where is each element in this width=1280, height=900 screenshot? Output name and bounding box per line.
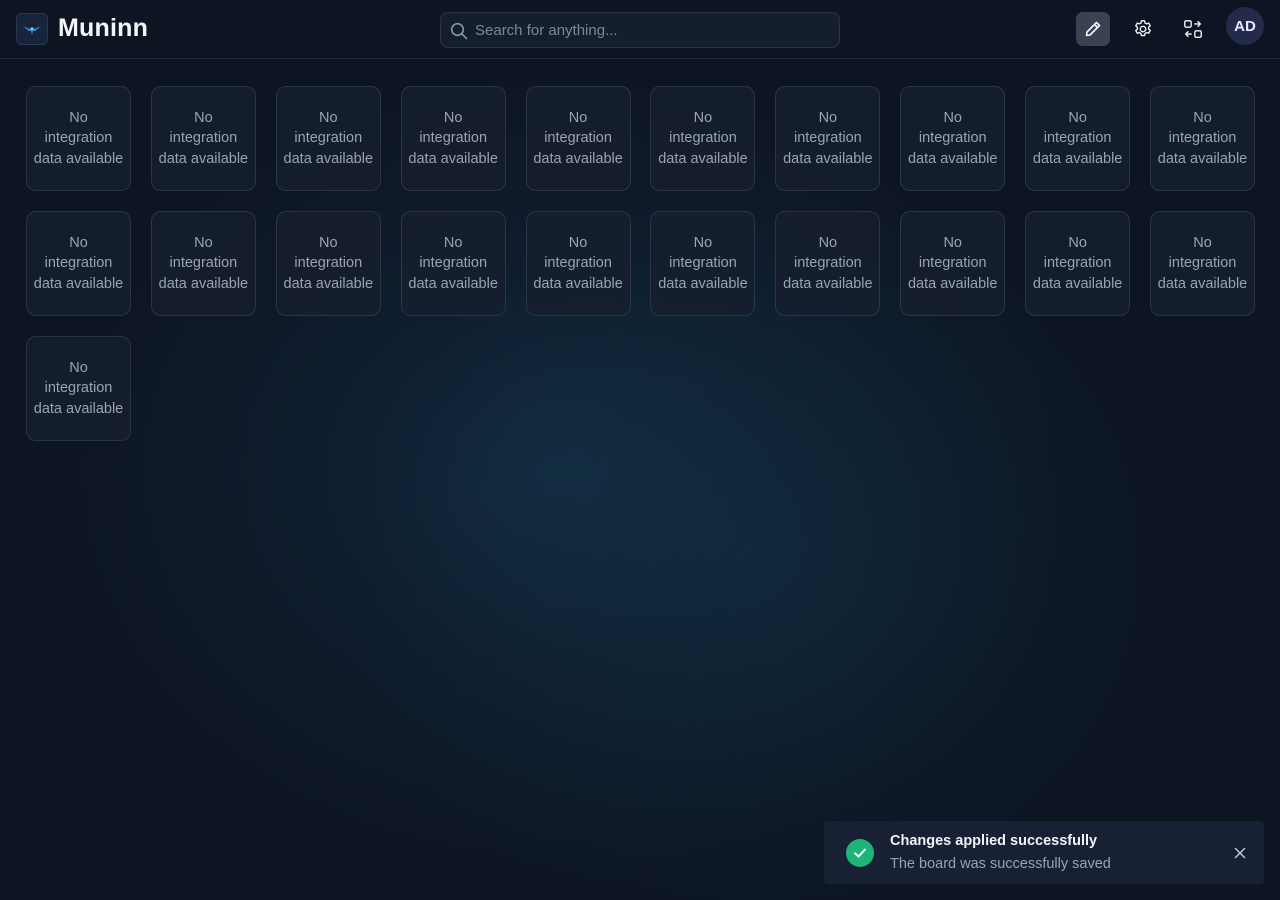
search-icon: [450, 22, 468, 40]
board-tile[interactable]: No integration data available: [400, 211, 506, 316]
tile-empty-message: No integration data available: [907, 235, 998, 292]
tile-empty-message: No integration data available: [1157, 235, 1248, 292]
board-grid: No integration data available No integrat…: [26, 86, 1256, 441]
tile-empty-message: No integration data available: [158, 110, 249, 167]
toast-title: Changes applied successfully: [890, 833, 1098, 849]
tile-empty-message: No integration data available: [533, 235, 623, 292]
search-input[interactable]: [475, 13, 825, 47]
tile-empty-message: No integration data available: [283, 235, 374, 292]
settings-button[interactable]: [1126, 12, 1160, 46]
tile-empty-message: No integration data available: [1032, 235, 1123, 292]
check-circle-icon: [846, 839, 874, 867]
tile-empty-message: No integration data available: [408, 235, 498, 292]
swap-arrows-icon: [1184, 20, 1202, 38]
pencil-icon: [1085, 21, 1101, 37]
tile-empty-message: No integration data available: [408, 110, 498, 167]
tile-empty-message: No integration data available: [1157, 110, 1248, 167]
tile-empty-message: No integration data available: [783, 235, 873, 292]
tile-empty-message: No integration data available: [658, 110, 748, 167]
tile-empty-message: No integration data available: [33, 360, 124, 417]
tile-empty-message: No integration data available: [33, 110, 124, 167]
bird-logo-icon[interactable]: [16, 13, 48, 45]
board-tile[interactable]: No integration data available: [26, 86, 131, 191]
board-tile[interactable]: No integration data available: [150, 86, 256, 191]
tile-empty-message: No integration data available: [158, 235, 249, 292]
board-tile[interactable]: No integration data available: [26, 211, 131, 316]
switch-board-button[interactable]: [1176, 12, 1210, 46]
board-tile[interactable]: No integration data available: [1025, 86, 1131, 191]
board-tile[interactable]: No integration data available: [900, 86, 1006, 191]
gear-icon: [1135, 20, 1151, 37]
board-tile[interactable]: No integration data available: [275, 211, 381, 316]
tile-empty-message: No integration data available: [533, 110, 623, 167]
board-tile[interactable]: No integration data available: [26, 336, 131, 441]
search-bar[interactable]: [440, 12, 840, 48]
board-tile[interactable]: No integration data available: [525, 86, 631, 191]
board-tile[interactable]: No integration data available: [775, 211, 881, 316]
tile-empty-message: No integration data available: [283, 110, 374, 167]
board-tile[interactable]: No integration data available: [525, 211, 631, 316]
close-icon[interactable]: [1232, 845, 1248, 861]
board-tile[interactable]: No integration data available: [1025, 211, 1131, 316]
board-tile[interactable]: No integration data available: [900, 211, 1006, 316]
tile-empty-message: No integration data available: [1032, 110, 1123, 167]
tile-empty-message: No integration data available: [33, 235, 124, 292]
board-tile[interactable]: No integration data available: [1150, 86, 1256, 191]
board-tile[interactable]: No integration data available: [775, 86, 881, 191]
app-title[interactable]: Muninn: [58, 14, 148, 43]
edit-board-button[interactable]: [1076, 12, 1110, 46]
tile-empty-message: No integration data available: [658, 235, 748, 292]
board-tile[interactable]: No integration data available: [150, 211, 256, 316]
app-header: Muninn AD: [0, 0, 1280, 59]
success-toast: Changes applied successfully The board w…: [824, 821, 1264, 884]
board-tile[interactable]: No integration data available: [650, 86, 756, 191]
board-tile[interactable]: No integration data available: [275, 86, 381, 191]
tile-empty-message: No integration data available: [907, 110, 998, 167]
board-tile[interactable]: No integration data available: [650, 211, 756, 316]
board-tile[interactable]: No integration data available: [400, 86, 506, 191]
board-tile[interactable]: No integration data available: [1150, 211, 1256, 316]
user-avatar[interactable]: AD: [1226, 7, 1264, 45]
toast-message: The board was successfully saved: [890, 856, 1111, 872]
tile-empty-message: No integration data available: [783, 110, 873, 167]
